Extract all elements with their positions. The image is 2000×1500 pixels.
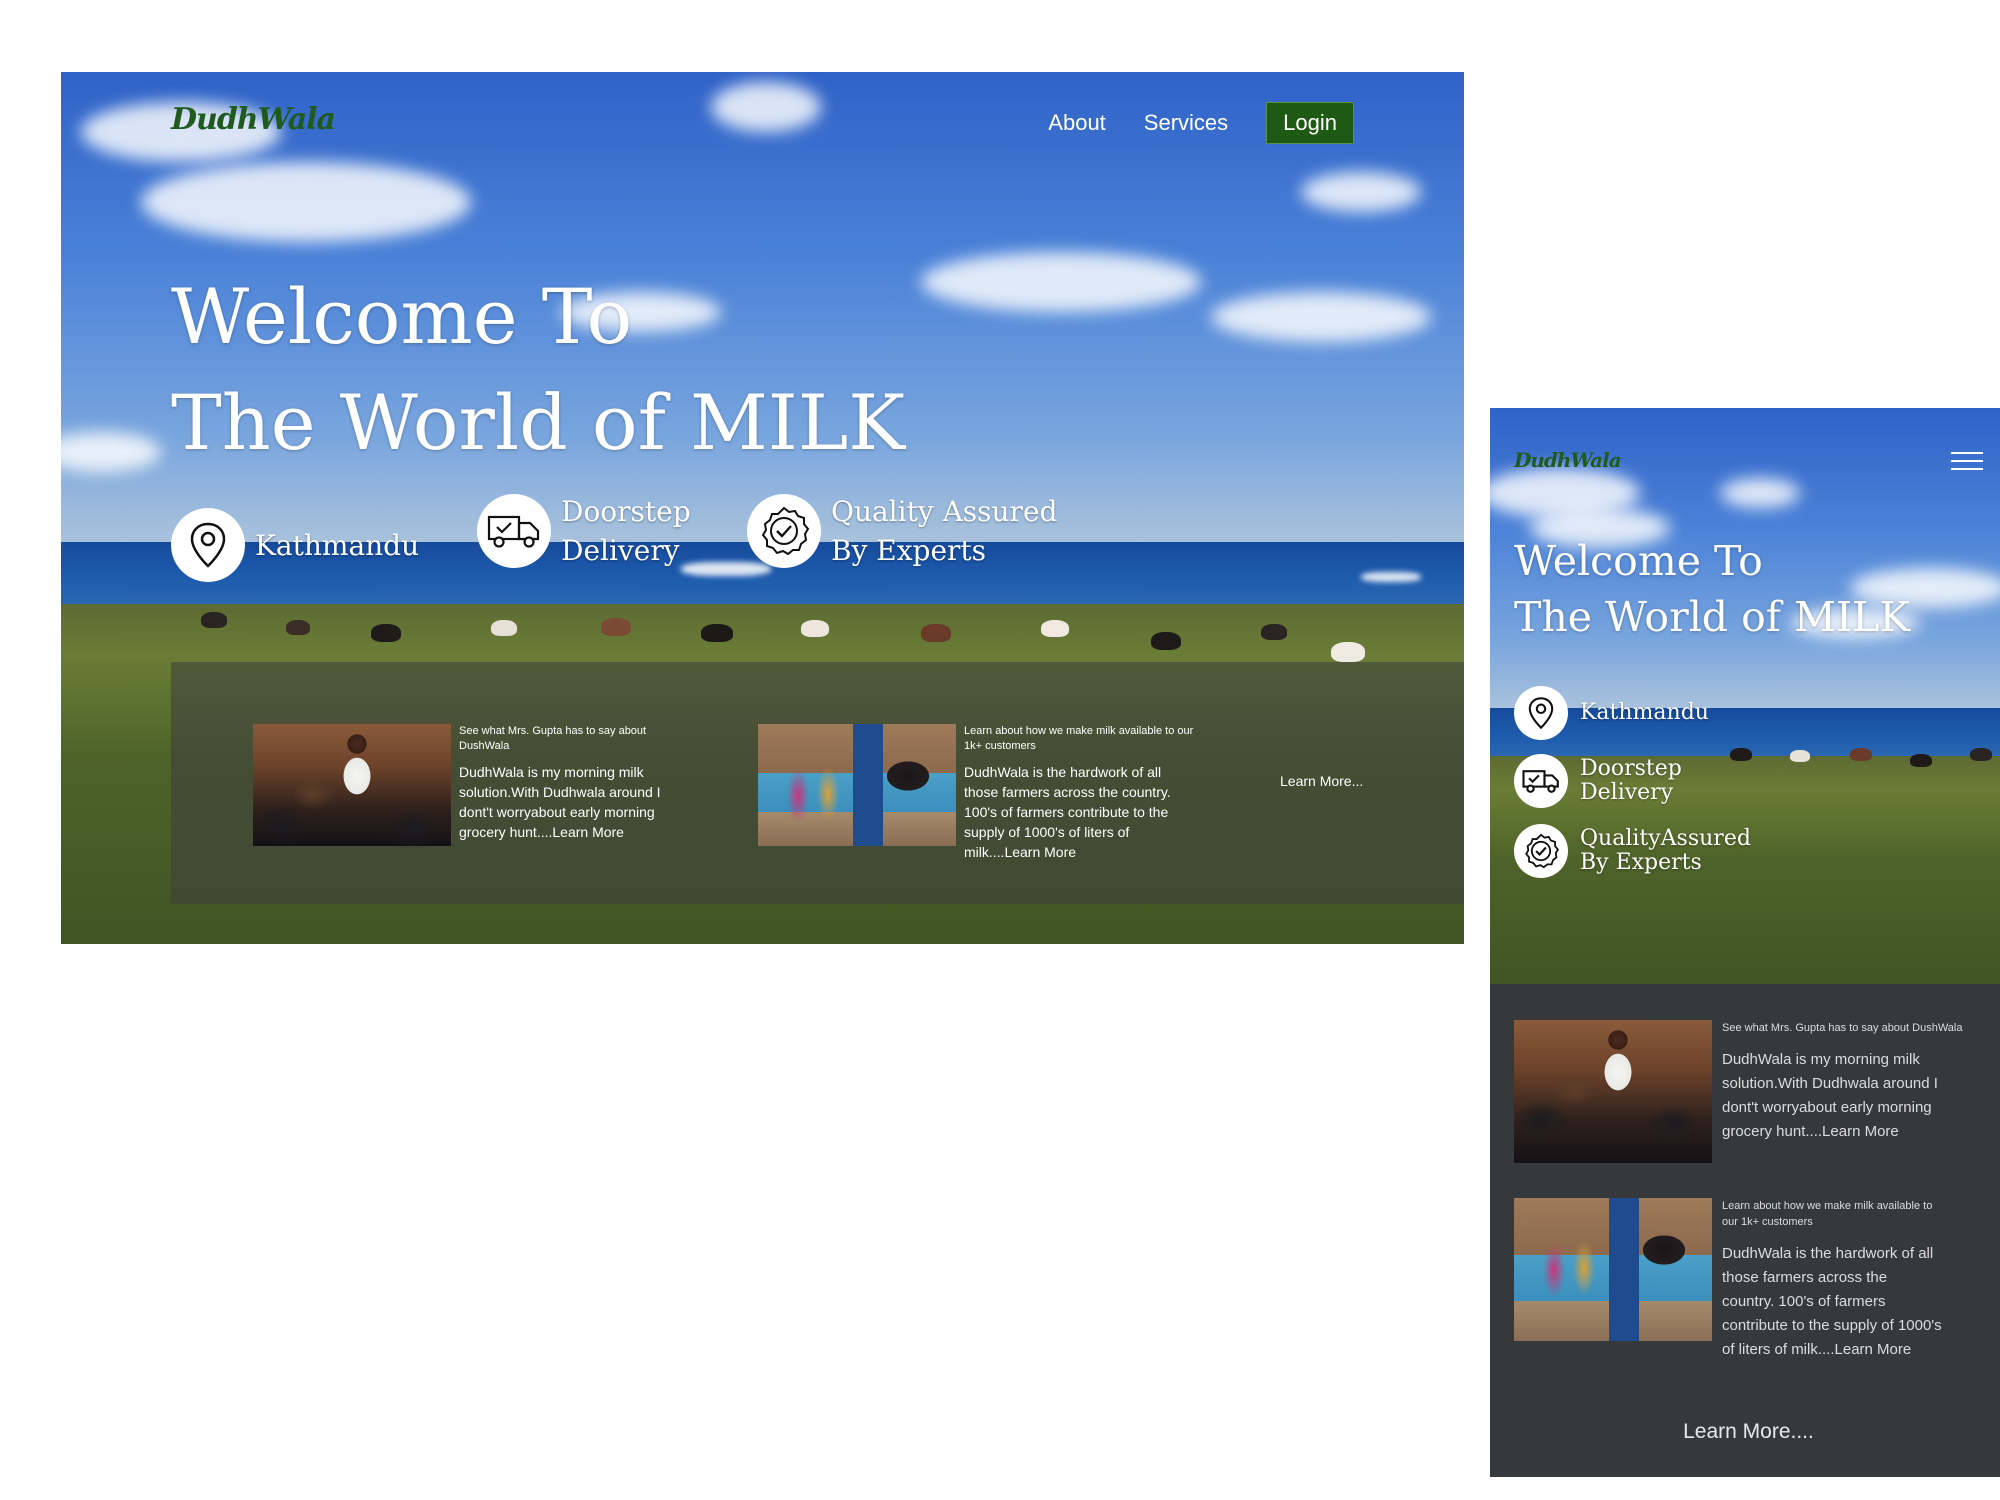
feature-delivery-line-1: Doorstep: [1580, 756, 1682, 781]
cow: [371, 624, 401, 642]
cow: [1730, 748, 1752, 761]
hero-heading: Welcome To The World of MILK: [171, 264, 905, 476]
hero-line-2: The World of MILK: [1514, 593, 1911, 641]
cow: [1850, 748, 1872, 761]
cloud: [1720, 478, 1800, 508]
testimonial-card-gupta[interactable]: See what Mrs. Gupta has to say about Dus…: [253, 724, 689, 846]
feature-location: Kathmandu: [171, 508, 419, 582]
cow: [701, 624, 733, 642]
cow: [491, 620, 517, 636]
cloud: [921, 252, 1201, 312]
cow: [1331, 642, 1365, 662]
cow: [601, 618, 631, 636]
card-caption: See what Mrs. Gupta has to say about Dus…: [459, 725, 647, 752]
brand-logo[interactable]: DudhWala: [171, 102, 336, 137]
testimonial-card-farmers[interactable]: Learn about how we make milk available t…: [1514, 1198, 1942, 1362]
testimonial-card-gupta[interactable]: See what Mrs. Gupta has to say about Dus…: [1514, 1020, 1972, 1163]
hero-line-1: Welcome To: [171, 272, 633, 361]
cow: [801, 620, 829, 637]
hamburger-menu-icon[interactable]: [1951, 452, 1983, 476]
feature-delivery-line-2: Delivery: [1580, 780, 1674, 805]
wave-foam: [1361, 572, 1421, 582]
testimonial-card-farmers[interactable]: Learn about how we make milk available t…: [758, 724, 1194, 862]
cloud: [141, 162, 471, 242]
login-button[interactable]: Login: [1266, 102, 1354, 144]
hero-line-2: The World of MILK: [171, 378, 906, 467]
farmers-photo: [1514, 1198, 1712, 1341]
learn-more-link[interactable]: Learn More....: [1490, 1420, 2000, 1444]
farmers-photo: [758, 724, 956, 846]
card-body: DudhWala is the hardwork of all those fa…: [964, 764, 1171, 860]
gupta-photo: [253, 724, 451, 846]
location-pin-icon: [171, 508, 245, 582]
brand-logo[interactable]: DudhWala: [1514, 448, 1622, 472]
feature-delivery-line-1: Doorstep: [561, 495, 691, 528]
cow: [201, 612, 227, 628]
cow: [1790, 750, 1810, 762]
card-body: DudhWala is the hardwork of all those fa…: [1722, 1245, 1942, 1358]
feature-delivery: Doorstep Delivery: [477, 492, 691, 570]
cloud: [1211, 292, 1431, 342]
card-body: DudhWala is my morning milk solution.Wit…: [1722, 1051, 1938, 1140]
cow: [1970, 748, 1992, 761]
feature-delivery: Doorstep Delivery: [1514, 754, 1682, 808]
nav-about-link[interactable]: About: [1048, 110, 1106, 136]
feature-quality-line-1: Quality Assured: [831, 495, 1058, 528]
location-pin-icon: [1514, 686, 1568, 740]
feature-quality: QualityAssured By Experts: [1514, 824, 1751, 878]
gupta-photo: [1514, 1020, 1712, 1163]
learn-more-link[interactable]: Learn More...: [1280, 773, 1363, 789]
testimonial-panel: See what Mrs. Gupta has to say about Dus…: [1490, 984, 2000, 1477]
cow: [1151, 632, 1181, 650]
delivery-truck-icon: [1514, 754, 1568, 808]
hero-line-1: Welcome To: [1514, 537, 1763, 585]
cloud: [1301, 172, 1421, 212]
feature-location-label: Kathmandu: [1580, 700, 1709, 725]
cow: [1041, 620, 1069, 637]
feature-quality-line-1: QualityAssured: [1580, 826, 1751, 851]
hero-heading: Welcome To The World of MILK: [1514, 533, 1910, 645]
mobile-mockup: DudhWala Welcome To The World of MILK Ka…: [1490, 408, 2000, 1477]
top-navigation: About Services Login: [1048, 102, 1354, 144]
delivery-truck-icon: [477, 494, 551, 568]
testimonial-band: See what Mrs. Gupta has to say about Dus…: [171, 662, 1464, 904]
feature-quality-line-2: By Experts: [831, 534, 987, 567]
desktop-mockup: DudhWala About Services Login Welcome To…: [61, 72, 1464, 944]
nav-services-link[interactable]: Services: [1144, 110, 1228, 136]
quality-badge-icon: [747, 494, 821, 568]
cow: [1910, 754, 1932, 767]
feature-location: Kathmandu: [1514, 686, 1709, 740]
feature-location-label: Kathmandu: [255, 528, 420, 562]
cow: [1261, 624, 1287, 640]
feature-quality-line-2: By Experts: [1580, 850, 1702, 875]
quality-badge-icon: [1514, 824, 1568, 878]
cow: [286, 620, 310, 635]
feature-quality: Quality Assured By Experts: [747, 492, 1057, 570]
cloud: [711, 82, 821, 132]
feature-delivery-line-2: Delivery: [561, 534, 680, 567]
card-caption: Learn about how we make milk available t…: [964, 725, 1194, 752]
card-body: DudhWala is my morning milk solution.Wit…: [459, 764, 661, 840]
cow: [921, 624, 951, 642]
card-caption: Learn about how we make milk available t…: [1722, 1200, 1933, 1228]
card-caption: See what Mrs. Gupta has to say about Dus…: [1722, 1022, 1963, 1034]
